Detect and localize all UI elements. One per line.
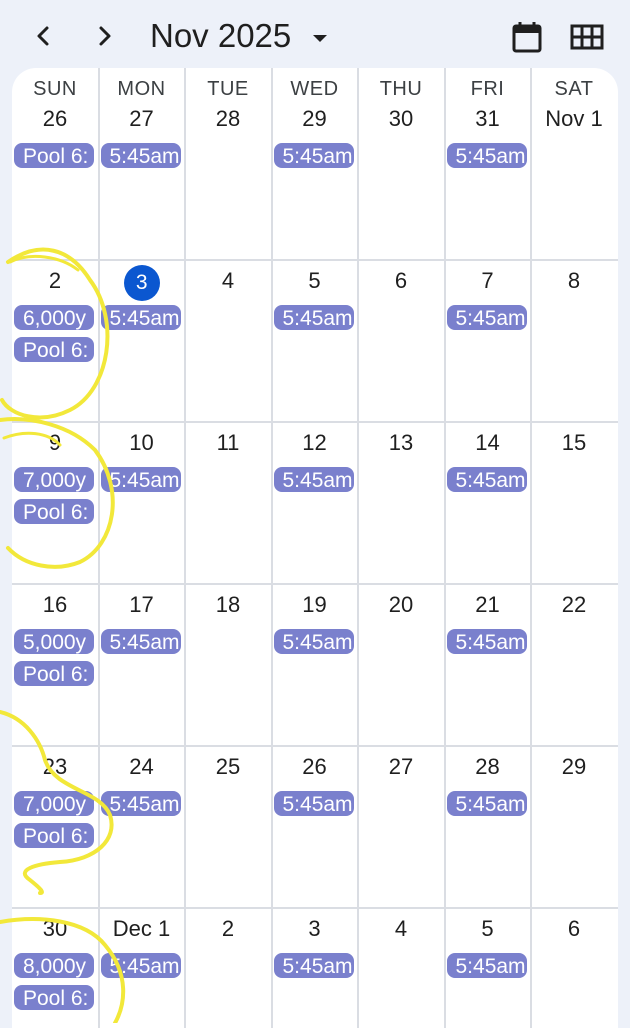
day-number[interactable]: 5 — [445, 916, 531, 942]
event-chip[interactable]: Pool 6: — [13, 984, 95, 1011]
event-chip[interactable]: 5:45am — [99, 304, 182, 331]
day-view-button[interactable] — [508, 18, 546, 56]
day-number[interactable]: 25 — [185, 754, 271, 780]
day-number[interactable]: 26 — [272, 754, 358, 780]
day-number[interactable]: 29 — [272, 106, 358, 132]
triangle-down-icon — [313, 35, 327, 42]
event-chip[interactable]: 7,000y — [13, 790, 95, 817]
event-chip[interactable]: 5:45am — [445, 790, 528, 817]
day-number[interactable]: 16 — [12, 592, 98, 618]
chevron-right-icon — [99, 26, 111, 46]
day-number[interactable]: 28 — [185, 106, 271, 132]
day-number[interactable]: 19 — [272, 592, 358, 618]
event-chip[interactable]: Pool 6: — [13, 822, 95, 849]
event-chip[interactable]: Pool 6: — [13, 498, 95, 525]
month-grid: SUN MON TUE WED THU FRI SAT 26 Pool 6: 27 5:45am 28… — [12, 68, 618, 1028]
day-number[interactable]: 13 — [358, 430, 444, 456]
day-number[interactable]: 4 — [358, 916, 444, 942]
day-number[interactable]: 12 — [272, 430, 358, 456]
day-number[interactable]: 27 — [99, 106, 185, 132]
event-chip[interactable]: 5:45am — [99, 952, 182, 979]
day-number[interactable]: 30 — [358, 106, 444, 132]
event-chip[interactable]: Pool 6: — [13, 336, 95, 363]
day-number[interactable]: 4 — [185, 268, 271, 294]
event-chip[interactable]: 5:45am — [272, 790, 355, 817]
day-number[interactable]: 14 — [445, 430, 531, 456]
event-chip[interactable]: 5:45am — [445, 304, 528, 331]
day-number[interactable]: 2 — [12, 268, 98, 294]
day-number[interactable]: 10 — [99, 430, 185, 456]
day-number[interactable]: 21 — [445, 592, 531, 618]
event-chip[interactable]: 5:45am — [99, 142, 182, 169]
day-number[interactable]: 27 — [358, 754, 444, 780]
event-chip[interactable]: 5:45am — [99, 790, 182, 817]
day-number[interactable]: 29 — [531, 754, 617, 780]
day-number[interactable]: Dec 1 — [99, 916, 185, 942]
day-number[interactable]: 6 — [358, 268, 444, 294]
day-number[interactable]: 5 — [272, 268, 358, 294]
today-date-badge[interactable]: 3 — [123, 265, 160, 301]
day-number[interactable]: 26 — [12, 106, 98, 132]
event-chip[interactable]: 5:45am — [99, 628, 182, 655]
event-chip[interactable]: 6,000y — [13, 304, 95, 331]
calendar-toolbar: Nov 2025 — [0, 0, 630, 72]
day-number[interactable]: 8 — [531, 268, 617, 294]
event-chip[interactable]: 5:45am — [272, 304, 355, 331]
event-chip[interactable]: 5:45am — [445, 466, 528, 493]
calendar-icon — [512, 22, 542, 53]
day-number[interactable]: 31 — [445, 106, 531, 132]
day-cell[interactable] — [358, 68, 445, 260]
day-number[interactable]: 3 — [272, 916, 358, 942]
event-chip[interactable]: 5:45am — [272, 628, 355, 655]
event-chip[interactable]: 5:45am — [445, 142, 528, 169]
day-number[interactable]: 30 — [12, 916, 98, 942]
event-chip[interactable]: Pool 6: — [13, 660, 95, 687]
event-chip[interactable]: 5:45am — [272, 142, 355, 169]
day-number[interactable]: 6 — [531, 916, 617, 942]
day-number[interactable]: 24 — [99, 754, 185, 780]
event-chip[interactable]: 5,000y — [13, 628, 95, 655]
month-dropdown-button[interactable] — [308, 26, 332, 50]
next-month-button[interactable] — [86, 18, 122, 54]
day-number[interactable]: 22 — [531, 592, 617, 618]
day-number[interactable]: 11 — [185, 430, 271, 456]
day-number[interactable]: 9 — [12, 430, 98, 456]
day-number[interactable]: Nov 1 — [531, 106, 617, 132]
grid-icon — [570, 24, 604, 50]
day-cell[interactable] — [185, 68, 272, 260]
event-chip[interactable]: 5:45am — [445, 952, 528, 979]
event-chip[interactable]: 5:45am — [272, 466, 355, 493]
day-number[interactable]: 23 — [12, 754, 98, 780]
day-number[interactable]: 18 — [185, 592, 271, 618]
event-chip[interactable]: 8,000y — [13, 952, 95, 979]
month-view-button[interactable] — [568, 18, 606, 56]
event-chip[interactable]: 5:45am — [445, 628, 528, 655]
month-title[interactable]: Nov 2025 — [150, 14, 291, 58]
day-number[interactable]: 20 — [358, 592, 444, 618]
day-number[interactable]: 15 — [531, 430, 617, 456]
previous-month-button[interactable] — [26, 18, 62, 54]
day-number[interactable]: 7 — [445, 268, 531, 294]
day-number[interactable]: 2 — [185, 916, 271, 942]
chevron-left-icon — [37, 26, 49, 46]
event-chip[interactable]: 5:45am — [99, 466, 182, 493]
day-cell[interactable] — [531, 68, 618, 260]
event-chip[interactable]: 5:45am — [272, 952, 355, 979]
day-number[interactable]: 28 — [445, 754, 531, 780]
event-chip[interactable]: Pool 6: — [13, 142, 95, 169]
day-number[interactable]: 17 — [99, 592, 185, 618]
event-chip[interactable]: 7,000y — [13, 466, 95, 493]
